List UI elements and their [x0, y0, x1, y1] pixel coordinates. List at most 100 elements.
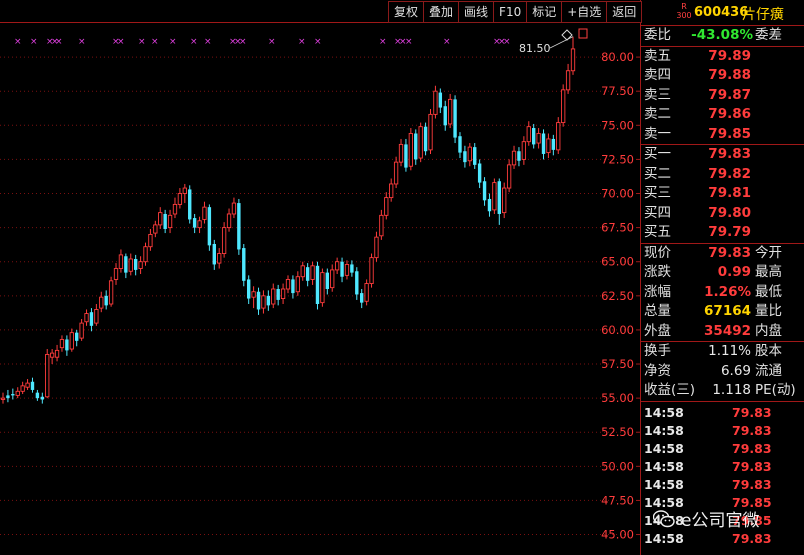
- candle: [65, 335, 69, 356]
- candle-body: [40, 396, 45, 400]
- candle-body: [59, 339, 65, 349]
- event-marker: ×: [169, 37, 177, 47]
- candle-body: [517, 151, 521, 161]
- ask-row[interactable]: 卖五 79.89: [641, 47, 804, 67]
- candle-body: [414, 133, 418, 160]
- candle: [217, 248, 222, 269]
- candle: [212, 239, 216, 270]
- event-marker: ×: [55, 37, 63, 47]
- candle: [404, 138, 408, 172]
- candle-body: [226, 213, 232, 229]
- candle: [374, 231, 379, 262]
- chart-corner-icons[interactable]: [561, 28, 588, 41]
- candle: [226, 208, 232, 232]
- stock-name: 片仔癀: [742, 7, 784, 23]
- candle-body: [531, 128, 536, 145]
- candle: [128, 253, 133, 276]
- candle-body: [360, 293, 364, 303]
- candle-body: [423, 126, 428, 152]
- candle-body: [99, 296, 104, 309]
- candle: [251, 286, 256, 309]
- candle-body: [182, 187, 187, 194]
- candle: [49, 349, 55, 365]
- candle: [75, 329, 79, 347]
- ask-row[interactable]: 卖三 79.87: [641, 86, 804, 106]
- bid-row[interactable]: 买三 79.81: [641, 184, 804, 204]
- candle: [167, 209, 173, 234]
- candle-body: [389, 183, 394, 199]
- candle-body: [502, 187, 507, 214]
- ask-row[interactable]: 卖四 79.88: [641, 66, 804, 86]
- candle: [0, 392, 6, 404]
- diamond-icon[interactable]: [561, 29, 573, 41]
- quote-row: 现价 79.83 今开: [644, 244, 782, 261]
- candle: [418, 122, 423, 163]
- candle-body: [54, 349, 60, 358]
- price-tick-label: 60.00: [601, 323, 634, 337]
- candle-body: [6, 395, 10, 399]
- max-price-pointer: [549, 36, 574, 49]
- candle-body: [256, 291, 261, 310]
- candle: [295, 271, 300, 296]
- candle-body: [565, 70, 571, 91]
- candle-body: [148, 233, 153, 248]
- overlay-button[interactable]: 叠加: [423, 1, 459, 23]
- candle-body: [89, 312, 94, 326]
- candle-body: [310, 265, 315, 280]
- event-marker: ×: [379, 37, 387, 47]
- candle-body: [433, 90, 438, 115]
- candle-body: [541, 133, 546, 154]
- candle: [453, 95, 457, 144]
- candle: [133, 254, 138, 276]
- mark-button[interactable]: 标记: [526, 1, 562, 23]
- candle: [364, 279, 369, 306]
- ask-row[interactable]: 卖二 79.86: [641, 105, 804, 125]
- ask-row[interactable]: 卖一 79.85: [641, 125, 804, 145]
- candle: [541, 129, 546, 160]
- candle-body: [295, 276, 300, 293]
- candle-body: [108, 280, 114, 305]
- candle: [59, 335, 65, 352]
- candle-body: [128, 258, 133, 272]
- candle: [280, 283, 286, 305]
- candle-body: [261, 295, 266, 309]
- add-watchlist-button[interactable]: +自选: [561, 1, 607, 23]
- quote-row: 总量 67164 量比: [644, 303, 782, 319]
- square-icon[interactable]: [578, 28, 588, 39]
- bid-row[interactable]: 买五 79.79: [641, 223, 804, 243]
- candle-body: [350, 264, 354, 273]
- candle: [551, 134, 556, 156]
- candle: [197, 216, 202, 234]
- candle: [438, 88, 443, 114]
- draw-line-button[interactable]: 画线: [458, 1, 494, 23]
- candle-body: [325, 272, 330, 289]
- price-tick-label: 75.00: [601, 118, 634, 132]
- candle-body: [188, 189, 192, 220]
- candle-body: [546, 138, 551, 154]
- candle-body: [11, 394, 15, 396]
- candle-body: [556, 122, 561, 151]
- tick-row: 14:58 79.83: [644, 404, 772, 420]
- bid-row[interactable]: 买二 79.82: [641, 165, 804, 185]
- bid-row[interactable]: 买一 79.83: [641, 145, 804, 165]
- back-button[interactable]: 返回: [606, 1, 643, 23]
- candle-body: [197, 220, 202, 229]
- restore-rights-button[interactable]: 复权: [388, 1, 424, 23]
- event-marker: ×: [138, 37, 146, 47]
- candle: [148, 228, 153, 251]
- candle: [369, 253, 374, 288]
- candle: [334, 257, 340, 274]
- candle-body: [138, 261, 143, 269]
- kline-chart[interactable]: 80.00 77.50 75.00 72.50 70.00 67.50 65.00 62.50…: [0, 0, 641, 555]
- f10-button[interactable]: F10: [493, 1, 527, 23]
- candle-body: [231, 202, 237, 215]
- bid-row[interactable]: 买四 79.80: [641, 204, 804, 224]
- candle: [320, 268, 325, 307]
- candle: [561, 84, 566, 127]
- candle: [124, 253, 128, 279]
- candle-body: [207, 207, 212, 246]
- event-marker: ×: [117, 37, 125, 47]
- candle: [207, 204, 212, 251]
- candle: [237, 198, 241, 255]
- tick-row: 14:58 79.83: [644, 476, 772, 492]
